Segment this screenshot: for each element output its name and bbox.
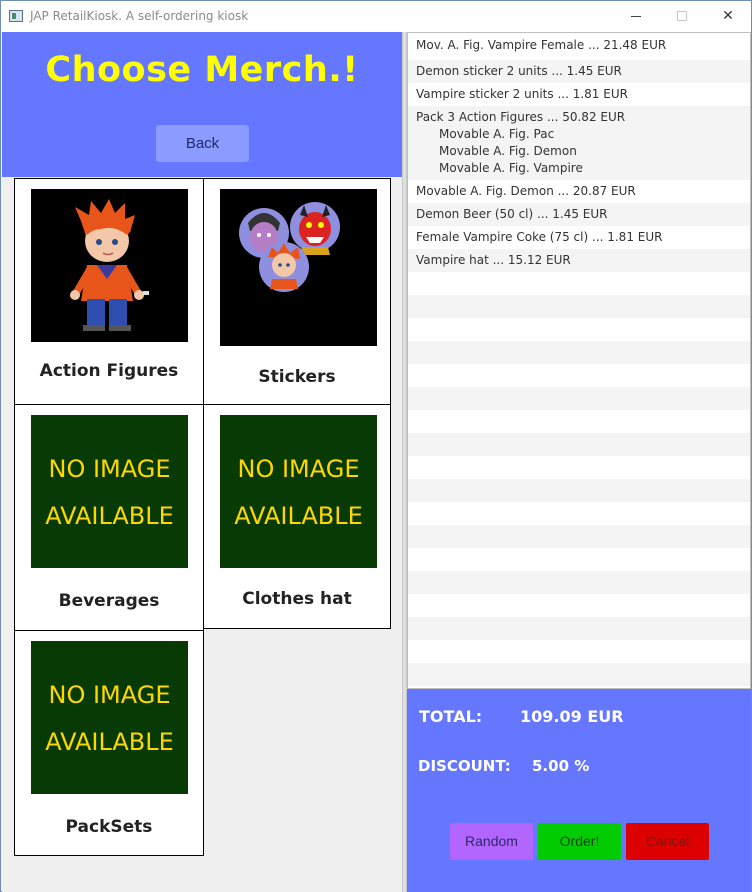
empty-list-row (408, 295, 750, 318)
empty-list-row (408, 640, 750, 663)
category-label: Action Figures (39, 361, 179, 381)
order-button[interactable]: Order! (538, 823, 621, 860)
empty-list-row (408, 318, 750, 341)
minimize-button[interactable] (613, 1, 659, 32)
empty-list-row (408, 364, 750, 387)
no-image-text-line1: NO IMAGE (237, 455, 360, 483)
total-value: 109.09 EUR (520, 707, 624, 726)
empty-list-row (408, 433, 750, 456)
order-subitem: Movable A. Fig. Demon (439, 144, 577, 158)
random-button[interactable]: Random (450, 823, 533, 860)
order-item-text: Vampire sticker 2 units ... 1.81 EUR (416, 87, 628, 101)
no-image-placeholder: NO IMAGE AVAILABLE (31, 415, 188, 568)
empty-list-row (408, 410, 750, 433)
category-tile-clothes-hat[interactable]: NO IMAGE AVAILABLE Clothes hat (203, 404, 391, 629)
empty-list-row (408, 502, 750, 525)
app-window-icon (9, 10, 23, 22)
discount-label: DISCOUNT: (418, 757, 511, 775)
order-item-text: Vampire hat ... 15.12 EUR (416, 253, 571, 267)
list-item[interactable]: Pack 3 Action Figures ... 50.82 EUR Mova… (408, 106, 750, 180)
list-item[interactable]: Female Vampire Coke (75 cl) ... 1.81 EUR (408, 226, 750, 249)
order-item-text: Demon Beer (50 cl) ... 1.45 EUR (416, 207, 608, 221)
page-title: Choose Merch.! (45, 50, 359, 90)
minimize-icon (631, 15, 641, 17)
no-image-text-line2: AVAILABLE (45, 502, 174, 530)
empty-list-row (408, 272, 750, 295)
maximize-button[interactable] (659, 1, 705, 32)
empty-list-row (408, 525, 750, 548)
list-item[interactable]: Vampire hat ... 15.12 EUR (408, 249, 750, 272)
category-label: PackSets (65, 817, 153, 837)
empty-list-row (408, 594, 750, 617)
order-summary: TOTAL: 109.09 EUR DISCOUNT: 5.00 % Rando… (407, 689, 751, 892)
category-tile-action-figures[interactable]: Action Figures (14, 178, 204, 405)
category-tile-beverages[interactable]: NO IMAGE AVAILABLE Beverages (14, 404, 204, 631)
action-figure-picture (31, 189, 188, 342)
stickers-illustration (220, 189, 377, 346)
order-subitem: Movable A. Fig. Pac (439, 127, 555, 141)
maximize-icon (677, 11, 687, 21)
list-item[interactable]: Demon Beer (50 cl) ... 1.45 EUR (408, 203, 750, 226)
category-tile-packsets[interactable]: NO IMAGE AVAILABLE PackSets (14, 630, 204, 856)
close-icon: ✕ (722, 8, 734, 24)
category-label: Stickers (258, 367, 336, 387)
total-label: TOTAL: (419, 707, 483, 726)
window-title: JAP RetailKiosk. A self-ordering kiosk (30, 9, 249, 23)
kiosk-window: JAP RetailKiosk. A self-ordering kiosk ✕… (0, 0, 752, 892)
list-item[interactable]: Movable A. Fig. Demon ... 20.87 EUR (408, 180, 750, 203)
list-item[interactable]: Vampire sticker 2 units ... 1.81 EUR (408, 83, 750, 106)
order-subitem: Movable A. Fig. Vampire (439, 161, 583, 175)
list-item[interactable]: Demon sticker 2 units ... 1.45 EUR (408, 60, 750, 83)
category-label: Clothes hat (242, 589, 352, 609)
back-button[interactable]: Back (156, 125, 249, 162)
empty-list-row (408, 456, 750, 479)
category-label: Beverages (58, 591, 160, 611)
empty-list-row (408, 617, 750, 640)
cancel-button[interactable]: Cancel (626, 823, 709, 860)
order-item-text: Movable A. Fig. Demon ... 20.87 EUR (416, 184, 636, 198)
no-image-placeholder: NO IMAGE AVAILABLE (220, 415, 377, 568)
order-item-text: Female Vampire Coke (75 cl) ... 1.81 EUR (416, 230, 663, 244)
order-item-text: Demon sticker 2 units ... 1.45 EUR (416, 64, 622, 78)
order-list[interactable]: Mov. A. Fig. Vampire Female ... 21.48 EU… (407, 32, 751, 689)
no-image-text-line2: AVAILABLE (234, 502, 363, 530)
empty-list-row (408, 571, 750, 594)
discount-value: 5.00 % (532, 757, 590, 775)
list-item[interactable]: Mov. A. Fig. Vampire Female ... 21.48 EU… (408, 37, 750, 54)
empty-list-row (408, 548, 750, 571)
empty-list-rows (408, 272, 750, 686)
order-item-text: Pack 3 Action Figures ... 50.82 EUR (416, 110, 626, 124)
no-image-text-line1: NO IMAGE (48, 681, 171, 709)
no-image-text-line1: NO IMAGE (48, 455, 171, 483)
title-bar[interactable]: JAP RetailKiosk. A self-ordering kiosk ✕ (1, 1, 751, 32)
empty-list-row (408, 479, 750, 502)
no-image-placeholder: NO IMAGE AVAILABLE (31, 641, 188, 794)
action-figure-illustration (31, 189, 188, 342)
category-panel: Choose Merch.! Back Action Figures Stick… (2, 32, 402, 892)
order-panel: Mov. A. Fig. Vampire Female ... 21.48 EU… (407, 32, 751, 892)
category-header: Choose Merch.! Back (2, 32, 402, 177)
stickers-picture (220, 189, 377, 346)
order-item-text: Mov. A. Fig. Vampire Female ... 21.48 EU… (416, 38, 667, 52)
empty-list-row (408, 387, 750, 410)
empty-list-row (408, 341, 750, 364)
category-tile-stickers[interactable]: Stickers (203, 178, 391, 405)
close-button[interactable]: ✕ (705, 1, 751, 32)
no-image-text-line2: AVAILABLE (45, 728, 174, 756)
empty-list-row (408, 663, 750, 686)
